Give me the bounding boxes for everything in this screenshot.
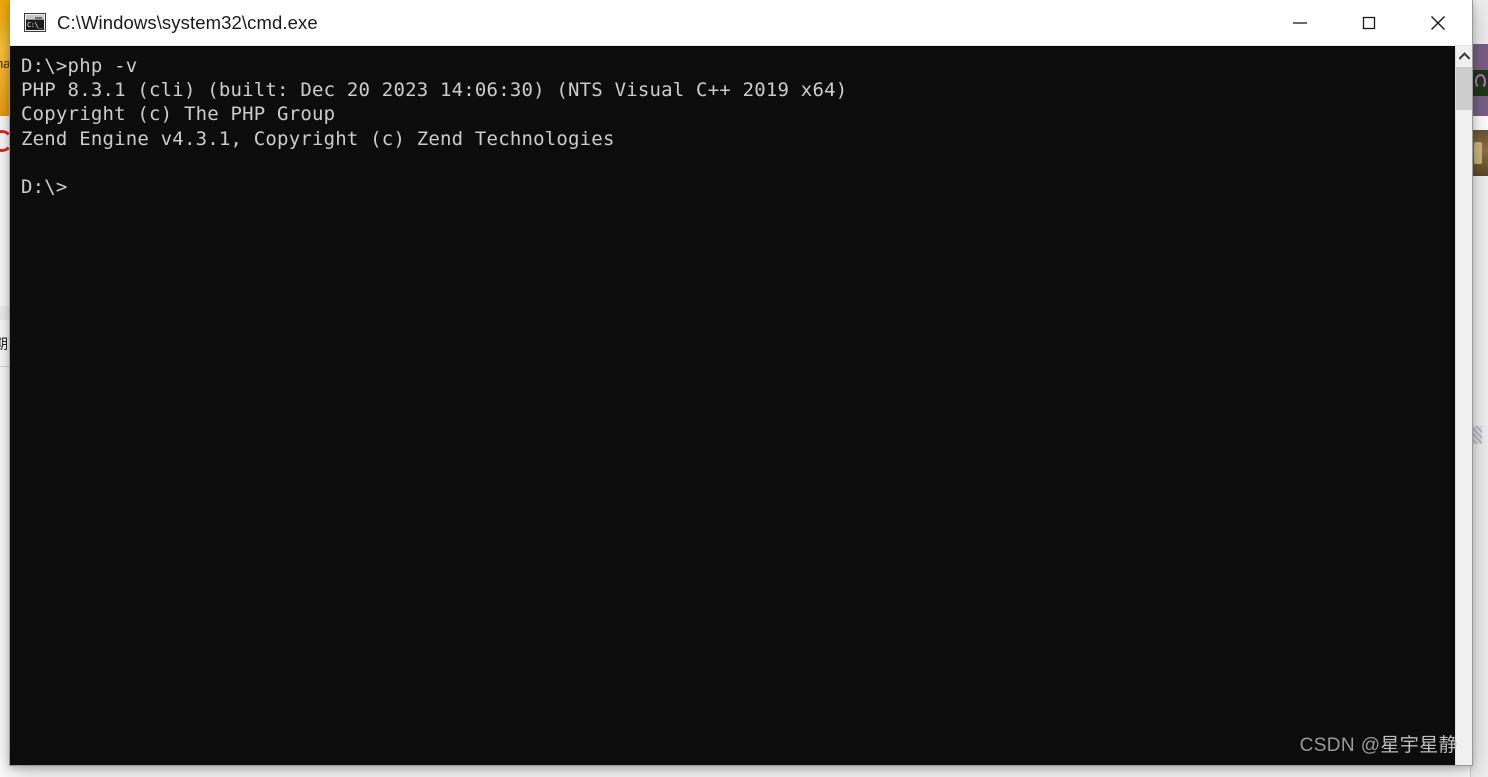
title-bar[interactable]: C:\_ C:\Windows\system32\cmd.exe	[10, 0, 1472, 46]
minimize-button[interactable]	[1265, 0, 1334, 46]
chevron-up-icon	[1458, 51, 1470, 60]
background-thumbnail-brown	[1472, 130, 1488, 176]
cmd-icon-screen: C:\_	[26, 20, 44, 30]
background-thumbnail-purple	[1472, 44, 1488, 116]
maximize-button[interactable]	[1334, 0, 1403, 46]
close-button[interactable]	[1403, 0, 1472, 46]
cmd-window: C:\_ C:\Windows\system32\cmd.exe D:\>php…	[9, 0, 1473, 766]
scroll-thumb[interactable]	[1456, 67, 1472, 110]
terminal-scrollbar[interactable]	[1455, 46, 1472, 765]
cmd-icon: C:\_	[24, 13, 46, 32]
cmd-icon-dots	[35, 16, 42, 19]
scroll-up-button[interactable]	[1456, 46, 1472, 65]
terminal-text: D:\>php -v PHP 8.3.1 (cli) (built: Dec 2…	[21, 55, 848, 199]
window-title: C:\Windows\system32\cmd.exe	[57, 11, 318, 33]
window-controls	[1265, 0, 1472, 46]
terminal-output-area[interactable]: D:\>php -v PHP 8.3.1 (cli) (built: Dec 2…	[10, 46, 1472, 765]
